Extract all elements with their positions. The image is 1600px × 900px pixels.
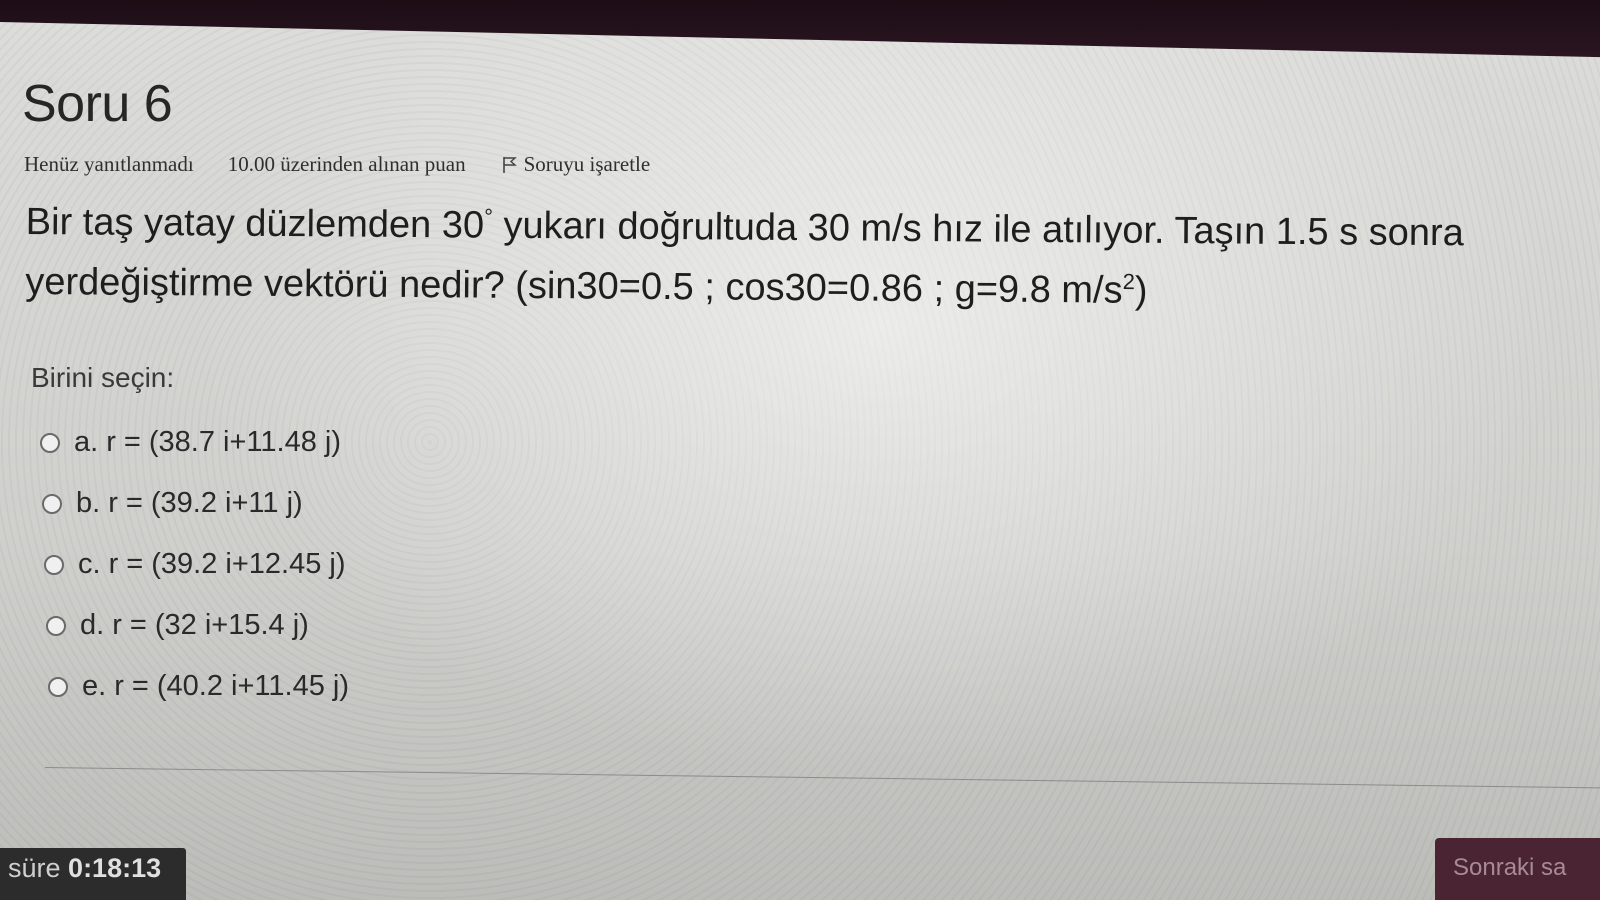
question-text: Bir taş yatay düzlemden 30° yukarı doğru… bbox=[25, 192, 1556, 324]
option-letter: d. bbox=[80, 609, 105, 641]
question-title: Soru 6 bbox=[22, 75, 173, 133]
timer-value: 0:18:13 bbox=[68, 853, 162, 883]
next-page-label: Sonraki sa bbox=[1453, 854, 1567, 881]
flag-question-link[interactable]: Soruyu işaretle bbox=[502, 152, 651, 177]
answer-option-b[interactable]: b. r = (39.2 i+11 j) bbox=[42, 473, 349, 534]
option-letter: e. bbox=[82, 670, 107, 702]
answer-options: a. r = (38.7 i+11.48 j) b. r = (39.2 i+1… bbox=[40, 412, 349, 717]
option-text: r = (40.2 i+11.45 j) bbox=[114, 670, 350, 702]
radio-unchecked-icon[interactable] bbox=[48, 676, 68, 697]
answer-option-e[interactable]: e. r = (40.2 i+11.45 j) bbox=[48, 656, 349, 717]
question-state: Henüz yanıtlanmadı bbox=[24, 152, 194, 176]
answer-option-c[interactable]: c. r = (39.2 i+12.45 j) bbox=[44, 534, 349, 595]
radio-unchecked-icon[interactable] bbox=[46, 615, 66, 636]
answer-option-a[interactable]: a. r = (38.7 i+11.48 j) bbox=[40, 412, 349, 473]
timer-label: süre bbox=[8, 853, 61, 883]
question-text-part3: ) bbox=[1134, 269, 1148, 312]
degree-sign: ° bbox=[484, 203, 494, 230]
quiz-timer: süre 0:18:13 bbox=[0, 848, 186, 900]
answer-prompt: Birini seçin: bbox=[31, 362, 175, 393]
option-text: r = (39.2 i+11 j) bbox=[108, 487, 303, 519]
flag-icon bbox=[502, 157, 517, 173]
unit-exponent: 2 bbox=[1122, 268, 1136, 295]
option-text: r = (32 i+15.4 j) bbox=[112, 609, 309, 641]
divider bbox=[44, 767, 1600, 789]
question-text-part1: Bir taş yatay düzlemden 30 bbox=[25, 200, 485, 247]
radio-unchecked-icon[interactable] bbox=[44, 554, 64, 575]
option-letter: a. bbox=[74, 426, 99, 458]
answer-option-d[interactable]: d. r = (32 i+15.4 j) bbox=[46, 595, 349, 656]
option-text: r = (39.2 i+12.45 j) bbox=[108, 548, 346, 580]
radio-unchecked-icon[interactable] bbox=[42, 493, 62, 514]
option-text: r = (38.7 i+11.48 j) bbox=[106, 426, 342, 458]
question-grade: 10.00 üzerinden alınan puan bbox=[227, 152, 466, 176]
next-page-button[interactable]: Sonraki sa bbox=[1435, 838, 1600, 900]
flag-question-label: Soruyu işaretle bbox=[523, 152, 651, 176]
question-info: Henüz yanıtlanmadı 10.00 üzerinden alına… bbox=[24, 152, 650, 177]
quiz-page: Soru 6 Henüz yanıtlanmadı 10.00 üzerinde… bbox=[0, 22, 1600, 900]
option-letter: b. bbox=[76, 487, 101, 519]
option-letter: c. bbox=[78, 548, 101, 580]
radio-unchecked-icon[interactable] bbox=[40, 432, 60, 453]
